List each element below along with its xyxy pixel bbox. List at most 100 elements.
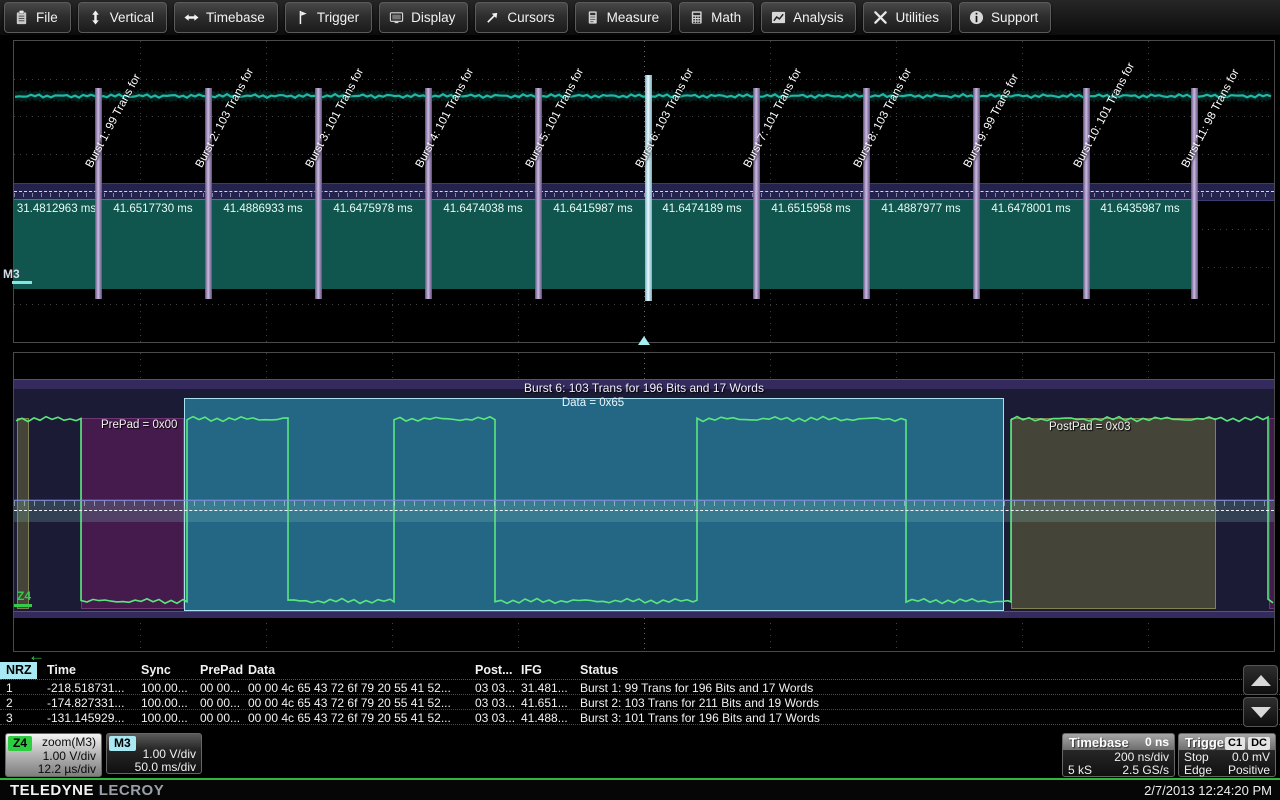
- trigger-box[interactable]: Trigger C1DC Stop 0.0 mV Edge Positive: [1178, 733, 1276, 777]
- table-cell: -131.145929...: [47, 711, 124, 725]
- column-header-time[interactable]: Time: [47, 663, 76, 677]
- menu-button-label: Support: [991, 10, 1038, 25]
- trigger-level: 0.0 mV: [1232, 750, 1270, 764]
- table-cell: -218.518731...: [47, 681, 124, 695]
- decode-table: NRZTimeSyncPrePadDataPost...IFGStatus 1-…: [0, 662, 1280, 725]
- z4-descriptor-box[interactable]: Z4 zoom(M3) 1.00 V/div 12.2 µs/div: [5, 733, 102, 777]
- threshold-ticks: [14, 501, 1274, 506]
- brand-logo: TELEDYNE LECROY: [10, 782, 164, 799]
- m3-descriptor-box[interactable]: M3 1.00 V/div 50.0 ms/div: [106, 733, 202, 774]
- scroll-down-button[interactable]: [1243, 697, 1278, 727]
- timebase-title: Timebase: [1069, 735, 1129, 750]
- main-waveform-graticule[interactable]: 31.4812963 ms41.6517730 ms41.4886933 ms4…: [13, 40, 1275, 343]
- datetime-display: 2/7/2013 12:24:20 PM: [1144, 783, 1272, 798]
- menu-button-vertical[interactable]: Vertical: [78, 2, 167, 33]
- burst-marker[interactable]: [1083, 88, 1090, 299]
- table-cell: 00 00...: [200, 711, 240, 725]
- table-cell: 00 00...: [200, 696, 240, 710]
- trigger-mode: Stop: [1184, 750, 1209, 764]
- table-cell: 2: [6, 696, 13, 710]
- table-cell: 00 00 4c 65 43 72 6f 79 20 55 41 52...: [248, 681, 451, 695]
- column-header-status[interactable]: Status: [580, 663, 618, 677]
- menu-button-timebase[interactable]: Timebase: [174, 2, 278, 33]
- timebase-box[interactable]: Timebase 0 ns 200 ns/div 5 kS 2.5 GS/s: [1062, 733, 1175, 777]
- prepad-label: PrePad = 0x00: [101, 419, 177, 431]
- trigger-position-marker[interactable]: [638, 336, 650, 345]
- vertical-arrows-icon: [88, 10, 103, 25]
- column-header-sync[interactable]: Sync: [141, 663, 171, 677]
- menu-button-file[interactable]: File: [4, 2, 71, 33]
- threshold-band: [14, 499, 1274, 522]
- burst-marker[interactable]: [753, 88, 760, 299]
- timebase-samples: 5 kS: [1068, 763, 1092, 777]
- trigger-slope: Positive: [1228, 763, 1270, 777]
- file-icon: [14, 10, 29, 25]
- trigger-coupling-badge: DC: [1248, 737, 1270, 750]
- menu-button-display[interactable]: Display: [379, 2, 468, 33]
- m3-channel-label[interactable]: M3: [3, 267, 20, 281]
- menu-button-math[interactable]: Math: [679, 2, 754, 33]
- menu-bar: FileVertical Timebase Trigger Display Cursor…: [0, 0, 1280, 36]
- burst-marker[interactable]: [863, 88, 870, 299]
- up-arrow-icon: [1251, 675, 1271, 686]
- table-cell: 00 00 4c 65 43 72 6f 79 20 55 41 52...: [248, 696, 451, 710]
- table-cell: 31.481...: [521, 681, 568, 695]
- column-header-post[interactable]: Post...: [475, 663, 513, 677]
- calculator-icon: [689, 10, 704, 25]
- table-cell: 1: [6, 681, 13, 695]
- burst-detail-title: Burst 6: 103 Trans for 196 Bits and 17 W…: [14, 381, 1274, 395]
- z4-tdiv: 12.2 µs/div: [38, 762, 96, 776]
- data-value-label: Data = 0x65: [183, 397, 1003, 409]
- menu-button-label: Trigger: [317, 10, 359, 25]
- scroll-up-button[interactable]: [1243, 665, 1278, 695]
- menu-button-cursors[interactable]: Cursors: [475, 2, 567, 33]
- m3-tdiv: 50.0 ms/div: [135, 760, 196, 774]
- trigger-type: Edge: [1184, 763, 1212, 777]
- m3-badge: M3: [109, 736, 136, 751]
- menu-button-analysis[interactable]: Analysis: [761, 2, 856, 33]
- burst-marker[interactable]: [973, 88, 980, 299]
- z4-channel-label[interactable]: Z4: [17, 589, 31, 603]
- burst-marker[interactable]: [95, 88, 102, 299]
- table-cell: 41.488...: [521, 711, 568, 725]
- info-circle-icon: [969, 10, 984, 25]
- burst-marker[interactable]: [645, 75, 652, 301]
- table-row[interactable]: 1-218.518731...100.00...00 00...00 00 4c…: [0, 680, 1280, 695]
- burst-marker[interactable]: [425, 88, 432, 299]
- menu-button-label: Math: [711, 10, 741, 25]
- column-header-data[interactable]: Data: [248, 663, 275, 677]
- utilities-tools-icon: [873, 10, 888, 25]
- brand-lecroy: LECROY: [99, 782, 165, 799]
- table-row[interactable]: 3-131.145929...100.00...00 00...00 00 4c…: [0, 710, 1280, 725]
- burst-marker[interactable]: [1191, 88, 1198, 299]
- timebase-header: Timebase 0 ns: [1063, 734, 1174, 750]
- horizontal-arrows-icon: [184, 10, 199, 25]
- burst-marker[interactable]: [205, 88, 212, 299]
- m3-channel-indicator: [12, 281, 32, 284]
- table-row[interactable]: 2-174.827331...100.00...00 00...00 00 4c…: [0, 695, 1280, 710]
- column-header-prepad[interactable]: PrePad: [200, 663, 243, 677]
- column-header-ifg[interactable]: IFG: [521, 663, 542, 677]
- burst-marker[interactable]: [315, 88, 322, 299]
- postpad-label: PostPad = 0x03: [1049, 421, 1131, 433]
- menu-button-utilities[interactable]: Utilities: [863, 2, 952, 33]
- z4-vdiv: 1.00 V/div: [43, 749, 96, 763]
- table-scrollbar: [1243, 665, 1278, 729]
- burst-marker[interactable]: [535, 88, 542, 299]
- menu-button-measure[interactable]: Measure: [575, 2, 673, 33]
- zoom-waveform-graticule[interactable]: Burst 6: 103 Trans for 196 Bits and 17 W…: [13, 352, 1275, 652]
- menu-button-label: Timebase: [206, 10, 265, 25]
- menu-button-support[interactable]: Support: [959, 2, 1051, 33]
- table-cell: Burst 1: 99 Trans for 196 Bits and 17 Wo…: [580, 681, 813, 695]
- timebase-rate: 2.5 GS/s: [1122, 763, 1169, 777]
- table-cell: 03 03...: [475, 711, 515, 725]
- table-cell: 03 03...: [475, 696, 515, 710]
- timebase-scale: 200 ns/div: [1114, 750, 1169, 764]
- menu-button-trigger[interactable]: Trigger: [285, 2, 372, 33]
- menu-button-label: Display: [411, 10, 455, 25]
- oscilloscope-screen: FileVertical Timebase Trigger Display Cursor…: [0, 0, 1280, 800]
- trigger-flag-icon: [295, 10, 310, 25]
- table-cell: 03 03...: [475, 681, 515, 695]
- scroll-left-arrow-icon[interactable]: ←: [28, 646, 45, 666]
- threshold-dashed-line: [14, 510, 1274, 511]
